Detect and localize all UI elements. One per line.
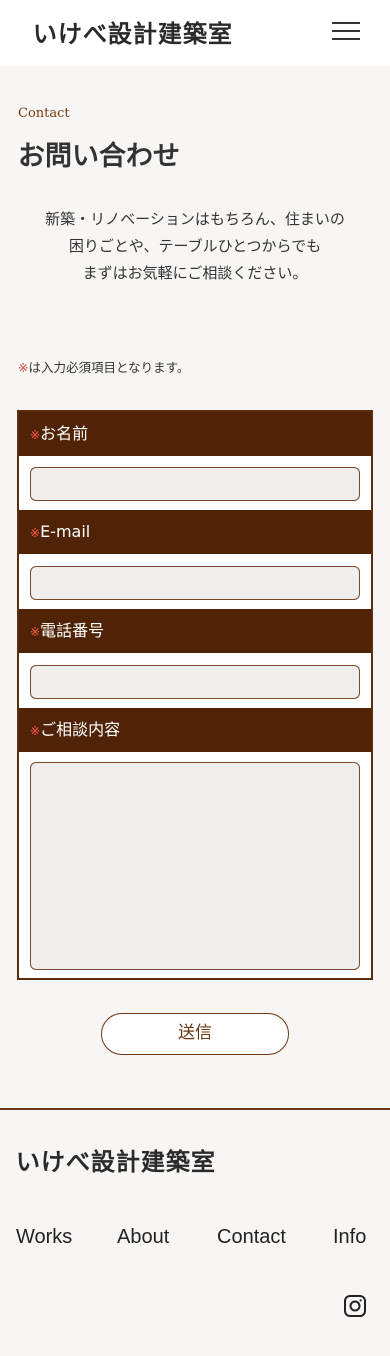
name-input[interactable] xyxy=(30,467,360,501)
contact-form: ※お名前 ※E-mail ※電話番号 ※ご相談内容 xyxy=(17,410,373,980)
site-header: いけべ設計建築室 xyxy=(0,0,390,66)
footer-divider xyxy=(0,1108,390,1110)
instagram-icon[interactable] xyxy=(343,1294,367,1318)
required-mark: ※ xyxy=(18,360,29,375)
message-textarea[interactable] xyxy=(30,762,360,970)
menu-icon-bar xyxy=(332,22,360,24)
intro-line: 新築・リノベーションはもちろん、住まいの xyxy=(45,210,345,228)
menu-icon-bar xyxy=(332,30,360,32)
required-mark: ※ xyxy=(30,526,41,540)
field-label-text: ご相談内容 xyxy=(40,720,121,739)
intro-line: 困りごとや、テーブルひとつからでも xyxy=(68,237,322,255)
footer-nav-info[interactable]: Info xyxy=(333,1226,366,1249)
field-label-message: ※ご相談内容 xyxy=(19,708,371,752)
required-note-text: は入力必須項目となります。 xyxy=(28,360,190,375)
page-title: お問い合わせ xyxy=(18,141,180,172)
email-input[interactable] xyxy=(30,566,360,600)
required-note: ※は入力必須項目となります。 xyxy=(18,357,189,376)
site-logo[interactable]: いけべ設計建築室 xyxy=(33,14,233,49)
footer-nav-works[interactable]: Works xyxy=(16,1226,72,1249)
footer-nav-about[interactable]: About xyxy=(117,1226,169,1249)
submit-button[interactable]: 送信 xyxy=(101,1013,289,1055)
menu-icon[interactable] xyxy=(332,20,360,42)
required-mark: ※ xyxy=(30,428,41,442)
footer-logo[interactable]: いけべ設計建築室 xyxy=(16,1142,216,1177)
intro-text: 新築・リノベーションはもちろん、住まいの 困りごとや、テーブルひとつからでも ま… xyxy=(0,206,390,287)
field-label-text: お名前 xyxy=(40,424,89,443)
required-mark: ※ xyxy=(30,625,41,639)
section-eyebrow: Contact xyxy=(18,106,70,121)
required-mark: ※ xyxy=(30,724,41,738)
field-label-text: E-mail xyxy=(40,522,91,541)
field-label-name: ※お名前 xyxy=(19,412,371,456)
field-label-email: ※E-mail xyxy=(19,510,371,554)
intro-line: まずはお気軽にご相談ください。 xyxy=(82,264,308,282)
phone-input[interactable] xyxy=(30,665,360,699)
field-label-text: 電話番号 xyxy=(40,621,105,640)
field-label-phone: ※電話番号 xyxy=(19,609,371,653)
footer-nav-contact[interactable]: Contact xyxy=(217,1226,286,1249)
menu-icon-bar xyxy=(332,38,360,40)
